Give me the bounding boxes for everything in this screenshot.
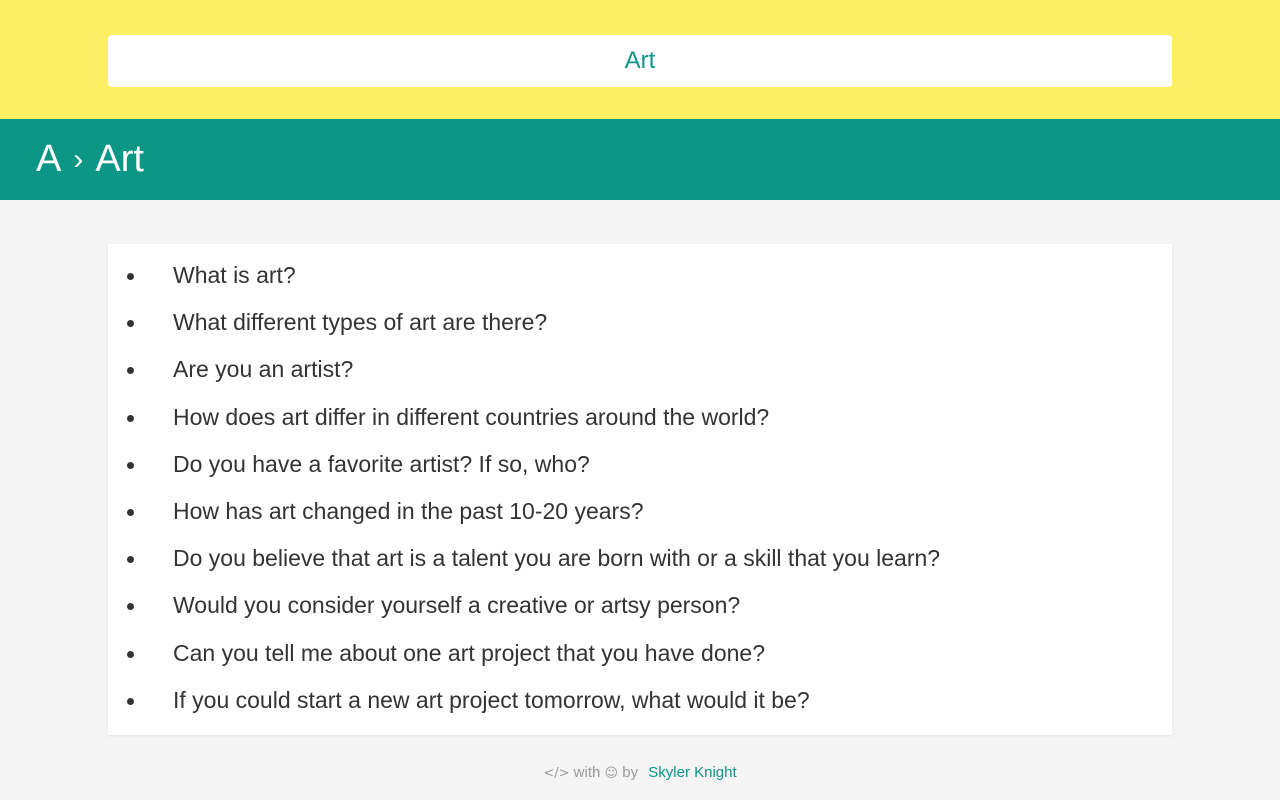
question-text: What is art? [173, 262, 296, 288]
question-text: Would you consider yourself a creative o… [173, 592, 741, 619]
footer-with-text: with [573, 764, 601, 781]
list-item: Do you believe that art is a talent you … [108, 535, 1172, 582]
bullet-icon [127, 367, 134, 375]
bullet-icon [127, 414, 134, 422]
bullet-icon [127, 461, 134, 469]
question-text: Do you have a favorite artist? If so, wh… [173, 450, 590, 477]
question-text: Do you believe that art is a talent you … [173, 545, 941, 572]
search-bar-region [0, 0, 1280, 119]
question-text: How has art changed in the past 10-20 ye… [173, 497, 644, 524]
list-item: What different types of art are there? [108, 299, 1172, 346]
page-header: A › Art [0, 119, 1280, 200]
question-text: If you could start a new art project tom… [173, 686, 810, 713]
search-input[interactable] [108, 35, 1172, 87]
questions-list: What is art? What different types of art… [108, 252, 1172, 724]
list-item: How has art changed in the past 10-20 ye… [108, 488, 1172, 535]
question-text: Are you an artist? [173, 356, 354, 383]
chevron-right-icon: › [73, 143, 84, 176]
footer: </> with ☺ by Skyler Knight [0, 764, 1280, 788]
bullet-icon [127, 508, 134, 516]
bullet-icon [127, 556, 134, 564]
question-text: How does art differ in different countri… [173, 403, 770, 430]
question-text: Can you tell me about one art project th… [173, 639, 766, 666]
bullet-icon [127, 603, 134, 611]
smile-icon: ☺ [604, 766, 619, 781]
footer-by-text: by [622, 764, 639, 781]
bullet-icon [127, 650, 134, 658]
bullet-icon [127, 697, 134, 705]
list-item: How does art differ in different countri… [108, 394, 1172, 441]
list-item: Can you tell me about one art project th… [108, 630, 1172, 677]
list-item: If you could start a new art project tom… [108, 677, 1172, 724]
breadcrumb-root-link[interactable]: A [36, 138, 61, 180]
list-item: Are you an artist? [108, 346, 1172, 393]
bullet-icon [127, 320, 134, 328]
list-item: Do you have a favorite artist? If so, wh… [108, 441, 1172, 488]
questions-card: What is art? What different types of art… [108, 244, 1172, 735]
code-icon: </> [543, 766, 570, 781]
bullet-icon [127, 273, 134, 280]
question-text: What different types of art are there? [173, 309, 548, 336]
list-item: Would you consider yourself a creative o… [108, 582, 1172, 629]
page-title: Art [95, 138, 144, 180]
author-link[interactable]: Skyler Knight [648, 764, 736, 781]
breadcrumb: A › Art [36, 138, 144, 181]
list-item: What is art? [108, 252, 1172, 299]
